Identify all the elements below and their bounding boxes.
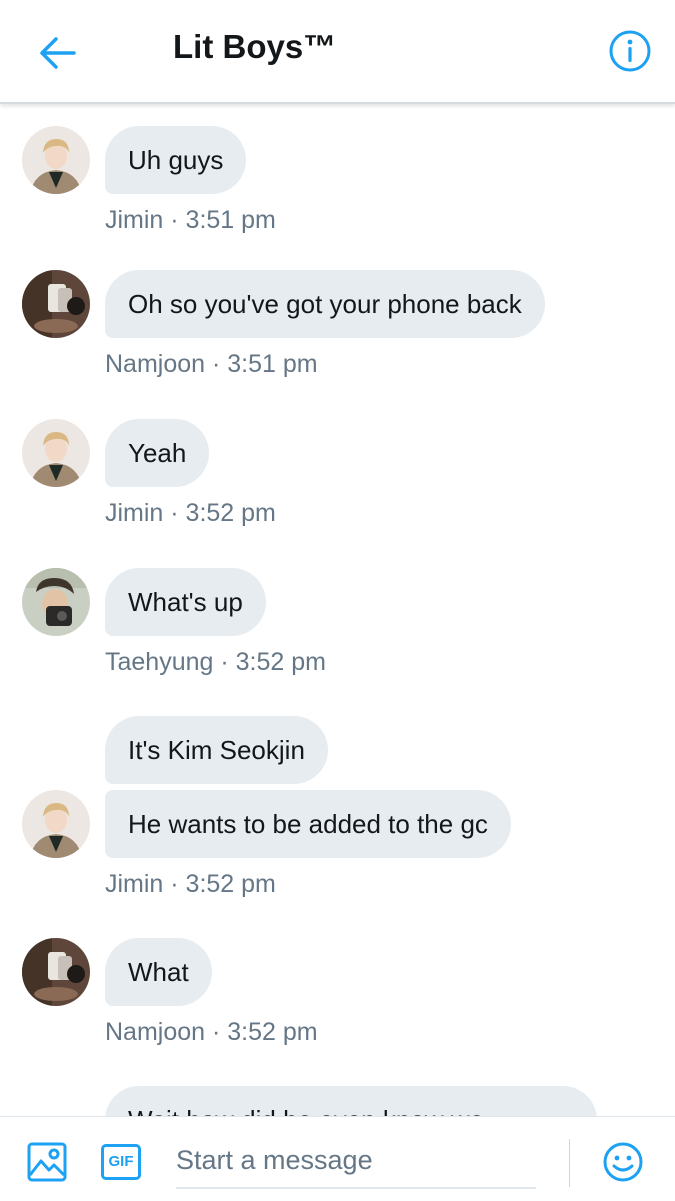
add-image-button[interactable] xyxy=(27,1142,67,1182)
emoji-button[interactable] xyxy=(602,1141,644,1183)
info-button[interactable] xyxy=(607,28,653,74)
avatar-jimin[interactable] xyxy=(22,419,90,487)
back-button[interactable] xyxy=(34,30,80,76)
message-meta: Jimin · 3:52 pm xyxy=(105,870,276,898)
message-meta: Jimin · 3:52 pm xyxy=(105,499,276,527)
conversation-title: Lit Boys™ xyxy=(173,28,337,65)
message-bubble-partial[interactable]: Wait how did he even know we xyxy=(105,1086,597,1116)
message-bubble[interactable]: What's up xyxy=(105,568,266,636)
gif-icon: GIF xyxy=(108,1153,134,1170)
message-bubble[interactable]: It's Kim Seokjin xyxy=(105,716,328,784)
avatar-jimin[interactable] xyxy=(22,126,90,194)
gif-button[interactable]: GIF xyxy=(101,1144,141,1180)
info-icon xyxy=(609,30,651,72)
composer-divider xyxy=(569,1139,570,1187)
avatar-jimin[interactable] xyxy=(22,790,90,858)
message-bubble[interactable]: Oh so you've got your phone back xyxy=(105,270,545,338)
avatar-taehyung[interactable] xyxy=(22,568,90,636)
message-meta: Namjoon · 3:51 pm xyxy=(105,350,318,378)
message-bubble[interactable]: Uh guys xyxy=(105,126,247,194)
message-input[interactable] xyxy=(176,1133,536,1189)
avatar-image xyxy=(22,270,90,338)
message-meta: Jimin · 3:51 pm xyxy=(105,206,276,234)
message-bubble[interactable]: He wants to be added to the gc xyxy=(105,790,511,858)
avatar-image xyxy=(22,938,90,1006)
emoji-icon xyxy=(603,1142,643,1182)
avatar-image xyxy=(22,790,90,858)
avatar-image xyxy=(22,126,90,194)
avatar-namjoon[interactable] xyxy=(22,938,90,1006)
conversation-header: Lit Boys™ xyxy=(0,0,675,104)
message-meta: Taehyung · 3:52 pm xyxy=(105,648,326,676)
image-icon xyxy=(27,1142,67,1182)
back-arrow-icon xyxy=(40,37,76,69)
message-thread[interactable]: Uh guys Jimin · 3:51 pm Oh so you've got… xyxy=(0,104,675,1116)
avatar-image xyxy=(22,568,90,636)
message-meta: Namjoon · 3:52 pm xyxy=(105,1018,318,1046)
avatar-image xyxy=(22,419,90,487)
message-bubble[interactable]: Yeah xyxy=(105,419,210,487)
message-composer: GIF xyxy=(0,1116,675,1201)
message-bubble[interactable]: What xyxy=(105,938,212,1006)
avatar-namjoon[interactable] xyxy=(22,270,90,338)
